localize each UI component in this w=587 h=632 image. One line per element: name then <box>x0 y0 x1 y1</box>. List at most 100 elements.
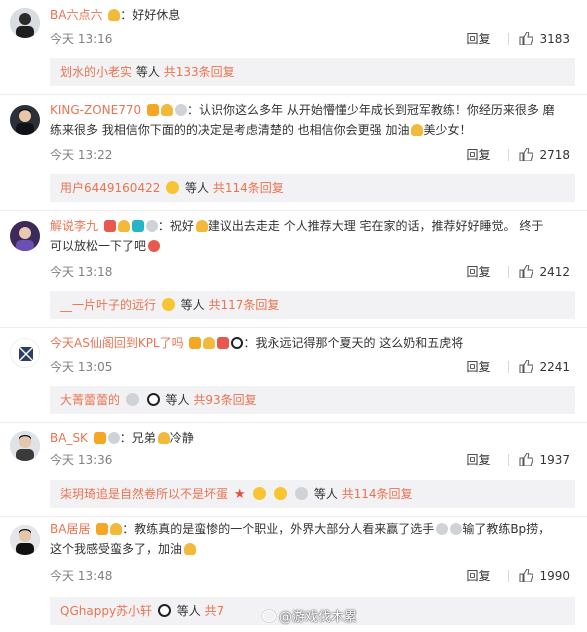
reply-button[interactable]: 回复 <box>466 451 490 468</box>
reply-summary[interactable]: 柒玥琦追是自然卷所以不是坏蛋 ★ 等人 共114条回复 <box>50 480 575 508</box>
like-count: 1937 <box>539 453 570 467</box>
username-link[interactable]: BA六点六 <box>50 8 102 22</box>
emoji-icon <box>157 432 170 444</box>
reply-summary[interactable]: 大菁蕾蕾的 等人 共93条回复 <box>50 386 575 414</box>
username-link[interactable]: KING-ZONE770 <box>50 103 141 117</box>
reply-user-link[interactable]: 划水的小老实 <box>60 65 132 79</box>
comment-text-cont: 输了教练Bp捞， <box>462 522 551 536</box>
vip-crown-icon <box>203 337 216 349</box>
vip-badge-icon <box>189 337 202 349</box>
comment-text-line2: 这个我感受蛮多了，加油 <box>50 542 183 556</box>
like-count: 2718 <box>539 148 570 162</box>
reply-user-link[interactable]: 用户6449160422 <box>60 181 160 195</box>
thumbs-up-icon[interactable] <box>519 453 534 466</box>
watermark-text: @游戏伐木累 <box>279 610 358 625</box>
vip-badge-icon <box>103 220 116 232</box>
vip-badge-icon <box>146 104 159 116</box>
reply-count-link[interactable]: 共93条回复 <box>193 393 256 407</box>
medal-icon <box>125 393 139 406</box>
username-link[interactable]: BA_SK <box>50 431 88 445</box>
avatar[interactable] <box>10 525 40 555</box>
reply-user-link[interactable]: QGhappy苏小轩 <box>60 604 152 618</box>
medal-icon <box>294 487 308 500</box>
pig-emoji-icon <box>148 240 161 252</box>
divider <box>508 570 510 582</box>
comment-text-line2: 可以放松一下了吧 <box>50 239 147 253</box>
reply-summary[interactable]: 划水的小老实 等人 共133条回复 <box>50 58 575 86</box>
avatar[interactable] <box>10 105 40 135</box>
star-icon: ★ <box>233 487 246 502</box>
reply-summary-text: 等人 <box>135 65 160 79</box>
username-link[interactable]: 今天AS仙阁回到KPL了吗 <box>50 336 184 350</box>
reply-button[interactable]: 回复 <box>466 146 490 163</box>
reply-user-link[interactable]: __一片叶子的远行 <box>60 298 156 312</box>
comment-text: 好好休息 <box>132 8 181 22</box>
reply-button[interactable]: 回复 <box>466 567 490 584</box>
avatar[interactable] <box>10 338 40 368</box>
vip-crown-icon <box>160 104 173 116</box>
watermark: @游戏伐木累 <box>262 606 357 625</box>
emoji-icon <box>184 543 197 555</box>
comment-text-cont: 冷静 <box>169 431 194 445</box>
thumbs-up-icon[interactable] <box>519 148 534 161</box>
comment-text: 认识你这么多年 从开始懵懂少年成长到冠军教练！你经历来很多 磨 <box>199 103 555 117</box>
fan-badge-icon <box>131 220 144 232</box>
reply-summary[interactable]: 用户6449160422 等人 共114条回复 <box>50 174 575 202</box>
timestamp: 今天 13:16 <box>50 32 113 46</box>
thumbs-up-icon[interactable] <box>519 569 534 582</box>
divider <box>0 327 587 328</box>
medal-icon <box>145 220 158 232</box>
timestamp: 今天 13:48 <box>50 569 113 583</box>
sunglasses-emoji-icon <box>166 181 180 194</box>
comment-text: 我永远记得那个夏天的 这么奶和五虎将 <box>255 336 464 350</box>
vip-badge-icon <box>93 432 106 444</box>
divider <box>0 422 587 423</box>
username-link[interactable]: BA居居 <box>50 522 90 536</box>
divider <box>508 361 510 373</box>
avatar[interactable] <box>10 221 40 251</box>
divider <box>508 454 510 466</box>
like-count: 2412 <box>539 265 570 279</box>
reply-count-link[interactable]: 共114条回复 <box>213 181 284 195</box>
timestamp: 今天 13:05 <box>50 360 113 374</box>
emoji-icon <box>195 220 208 232</box>
comment-text-line2: 练来很多 我相信你下面的的决定是考虑清楚的 也相信你会更强 加油 <box>50 123 410 137</box>
medal-icon <box>174 104 187 116</box>
timestamp: 今天 13:18 <box>50 265 113 279</box>
reply-summary-text: 等人 <box>165 393 190 407</box>
thumbs-up-icon[interactable] <box>519 265 534 278</box>
username-link[interactable]: 解说李九 <box>50 219 98 233</box>
reply-summary[interactable]: __一片叶子的远行 等人 共117条回复 <box>50 291 575 319</box>
divider <box>508 266 510 278</box>
party-emoji-icon <box>217 337 230 349</box>
reply-count-link[interactable]: 共133条回复 <box>164 65 235 79</box>
comment-text: 兄弟 <box>131 431 156 445</box>
like-count: 1990 <box>539 569 570 583</box>
reply-count-link[interactable]: 共7 <box>205 604 225 618</box>
comment-text: 教练真的是蛮惨的一个职业，外界大部分人看来赢了选手 <box>134 522 435 536</box>
divider <box>508 33 510 45</box>
divider <box>0 516 587 517</box>
panda-emoji-icon <box>157 604 171 617</box>
reply-button[interactable]: 回复 <box>466 263 490 280</box>
weibo-icon <box>262 610 276 622</box>
thumbs-up-icon[interactable] <box>519 360 534 373</box>
avatar[interactable] <box>10 431 40 461</box>
reply-user-link[interactable]: 柒玥琦追是自然卷所以不是坏蛋 <box>60 487 228 501</box>
thumbs-up-icon[interactable] <box>519 32 534 45</box>
reply-summary-text: 等人 <box>180 298 205 312</box>
comment-text: 祝好 <box>169 219 194 233</box>
medal-icon <box>107 432 120 444</box>
vip-crown-icon <box>117 220 130 232</box>
timestamp: 今天 13:36 <box>50 453 113 467</box>
reply-button[interactable]: 回复 <box>466 30 490 47</box>
reply-user-link[interactable]: 大菁蕾蕾的 <box>60 393 120 407</box>
reply-count-link[interactable]: 共114条回复 <box>342 487 413 501</box>
avatar[interactable] <box>10 8 40 38</box>
reply-count-link[interactable]: 共117条回复 <box>209 298 280 312</box>
reply-button[interactable]: 回复 <box>466 358 490 375</box>
reply-summary-text: 等人 <box>185 181 210 195</box>
emoji-icon <box>436 523 449 535</box>
vip-badge-icon <box>96 523 109 535</box>
divider <box>508 149 510 161</box>
